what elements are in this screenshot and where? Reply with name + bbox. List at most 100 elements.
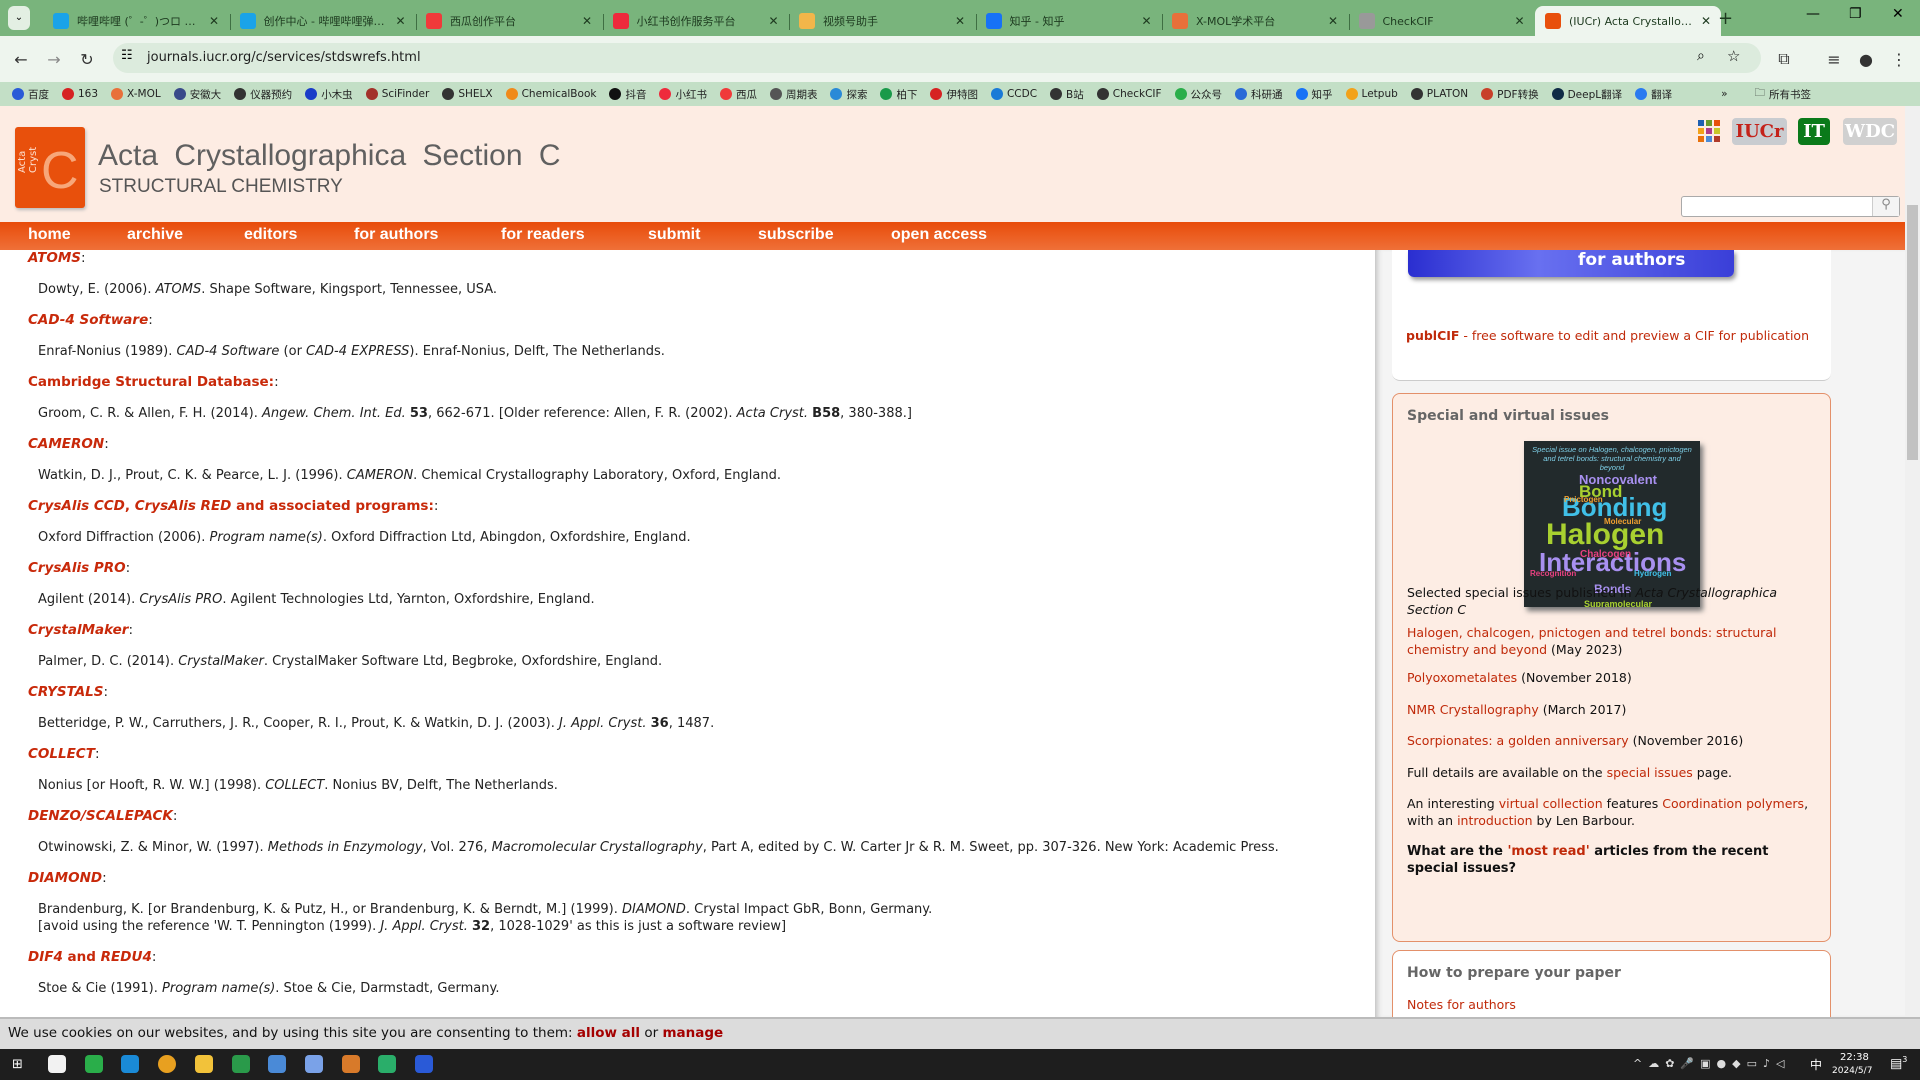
reload-icon[interactable]: ↻ bbox=[74, 46, 100, 72]
allow-all-cookies-link[interactable]: allow all bbox=[577, 1025, 640, 1041]
tab[interactable]: 创作中心 - 哔哩哔哩弹幕视频网 ✕ bbox=[229, 6, 416, 36]
bookmark-item[interactable]: X-MOL bbox=[111, 88, 161, 100]
bookmark-item[interactable]: ChemicalBook bbox=[505, 88, 596, 100]
notes-for-authors-link[interactable]: Notes for authors bbox=[1407, 996, 1817, 1013]
bookmark-item[interactable]: 安徽大 bbox=[173, 87, 221, 102]
tab[interactable]: 视频号助手 ✕ bbox=[789, 6, 975, 36]
bookmark-item[interactable]: 翻译 bbox=[1635, 87, 1672, 102]
bookmark-item[interactable]: B站 bbox=[1050, 87, 1084, 102]
software-name-link[interactable]: DIAMOND: bbox=[28, 870, 1375, 887]
link[interactable]: Polyoxometalates bbox=[1407, 670, 1517, 685]
bookmark-item[interactable]: 公众号 bbox=[1174, 87, 1222, 102]
nav-item-editors[interactable]: editors bbox=[244, 226, 297, 244]
back-icon[interactable]: ← bbox=[8, 46, 34, 72]
extensions-icon[interactable]: ⧉ bbox=[1771, 46, 1797, 72]
software-name-link[interactable]: CrysAlis CCD, CrysAlis RED and associate… bbox=[28, 498, 1375, 515]
journal-logo[interactable]: Acta Cryst C bbox=[15, 127, 85, 208]
for-authors-banner[interactable]: for authors bbox=[1408, 250, 1734, 277]
bookmark-item[interactable]: PLATON bbox=[1410, 88, 1468, 100]
clock-time[interactable]: 22:38 bbox=[1840, 1052, 1869, 1063]
bookmark-item[interactable]: 百度 bbox=[12, 87, 49, 102]
close-window-button[interactable]: ✕ bbox=[1892, 6, 1904, 22]
tab[interactable]: (IUCr) Acta Crystallographica ✕ bbox=[1535, 6, 1721, 36]
minimize-button[interactable]: — bbox=[1806, 6, 1820, 22]
software-name-link[interactable]: DENZO/SCALEPACK: bbox=[28, 808, 1375, 825]
software-name-link[interactable]: CrystalMaker: bbox=[28, 622, 1375, 639]
profile-avatar-icon[interactable]: ● bbox=[1853, 46, 1879, 72]
bookmarks-more-button[interactable]: » bbox=[1721, 88, 1727, 100]
wdc-link[interactable]: WDC bbox=[1843, 118, 1897, 145]
tab[interactable]: 西瓜创作平台 ✕ bbox=[416, 6, 602, 36]
software-name-link[interactable]: Cambridge Structural Database:: bbox=[28, 374, 1375, 391]
zoom-icon[interactable]: ⌕ bbox=[1697, 48, 1705, 64]
tab[interactable]: 小红书创作服务平台 ✕ bbox=[602, 6, 789, 36]
bookmark-item[interactable]: DeepL翻译 bbox=[1551, 87, 1622, 102]
tab[interactable]: X-MOL学术平台 ✕ bbox=[1162, 6, 1348, 36]
nav-item-open-access[interactable]: open access bbox=[891, 226, 987, 244]
address-bar[interactable]: ☷ journals.iucr.org/c/services/stdswrefs… bbox=[113, 43, 1761, 73]
link[interactable]: Scorpionates: a golden anniversary bbox=[1407, 733, 1629, 748]
tab-close-icon[interactable]: ✕ bbox=[209, 14, 219, 28]
tab-close-icon[interactable]: ✕ bbox=[768, 14, 778, 28]
software-name-link[interactable]: CAD-4 Software: bbox=[28, 312, 1375, 329]
bookmark-item[interactable]: 知乎 bbox=[1295, 87, 1333, 102]
bookmark-item[interactable]: CCDC bbox=[990, 88, 1037, 100]
notification-icon[interactable]: ▤3 bbox=[1890, 1055, 1907, 1071]
tab-search-button[interactable]: ⌄ bbox=[8, 6, 30, 30]
system-tray-icons[interactable]: ^☁✿🎤▣●◆▭♪◁ bbox=[1633, 1057, 1790, 1070]
nav-item-archive[interactable]: archive bbox=[127, 226, 183, 244]
tab[interactable]: CheckCIF ✕ bbox=[1348, 6, 1535, 36]
publcif-link[interactable]: publCIF - free software to edit and prev… bbox=[1406, 327, 1816, 344]
search-icon[interactable]: ⚲ bbox=[1872, 197, 1899, 216]
taskbar-app-icon[interactable] bbox=[194, 1055, 213, 1073]
bookmark-item[interactable]: SciFinder bbox=[365, 88, 429, 100]
bookmark-item[interactable]: 周期表 bbox=[769, 87, 817, 102]
all-bookmarks-button[interactable]: 🗀 所有书签 bbox=[1755, 85, 1812, 103]
tab-close-icon[interactable]: ✕ bbox=[582, 14, 592, 28]
link[interactable]: 'most read' bbox=[1507, 844, 1589, 859]
bookmark-item[interactable]: PDF转换 bbox=[1481, 87, 1539, 102]
tab-close-icon[interactable]: ✕ bbox=[1141, 14, 1151, 28]
maximize-button[interactable]: ❐ bbox=[1849, 6, 1862, 22]
tab-close-icon[interactable]: ✕ bbox=[1328, 14, 1338, 28]
software-name-link[interactable]: COLLECT: bbox=[28, 746, 1375, 763]
taskbar-app-icon[interactable] bbox=[84, 1055, 103, 1073]
taskbar-app-icon[interactable] bbox=[341, 1055, 360, 1073]
software-name-link[interactable]: CrysAlis PRO: bbox=[28, 560, 1375, 577]
ime-indicator[interactable]: 中 bbox=[1810, 1056, 1822, 1073]
tab-close-icon[interactable]: ✕ bbox=[1701, 14, 1711, 28]
link[interactable]: special issues bbox=[1607, 765, 1693, 780]
bookmark-item[interactable]: 探索 bbox=[830, 87, 867, 102]
link[interactable]: Coordination polymers bbox=[1662, 796, 1804, 811]
nav-item-submit[interactable]: submit bbox=[648, 226, 700, 244]
bookmark-item[interactable]: 西瓜 bbox=[719, 87, 757, 102]
bookmark-item[interactable]: 小木虫 bbox=[305, 87, 353, 102]
search-input[interactable] bbox=[1682, 199, 1870, 216]
menu-icon[interactable]: ⋮ bbox=[1886, 46, 1912, 72]
taskbar-app-icon[interactable] bbox=[121, 1055, 140, 1073]
scrollbar-thumb[interactable] bbox=[1907, 205, 1918, 460]
iucr-link[interactable]: IUCr bbox=[1732, 118, 1787, 145]
taskbar-app-icon[interactable] bbox=[415, 1055, 433, 1073]
software-name-link[interactable]: CRYSTALS: bbox=[28, 684, 1375, 701]
taskbar-app-icon[interactable] bbox=[378, 1055, 397, 1073]
taskbar-app-icon[interactable] bbox=[48, 1055, 66, 1073]
tab-close-icon[interactable]: ✕ bbox=[1514, 14, 1524, 28]
tab[interactable]: 知乎 - 知乎 ✕ bbox=[975, 6, 1162, 36]
taskbar-app-icon[interactable] bbox=[231, 1055, 250, 1073]
bookmark-item[interactable]: 柏下 bbox=[880, 87, 917, 102]
tab-close-icon[interactable]: ✕ bbox=[395, 14, 405, 28]
software-name-link[interactable]: ATOMS: bbox=[28, 250, 1375, 267]
nav-item-subscribe[interactable]: subscribe bbox=[758, 226, 834, 244]
manage-cookies-link[interactable]: manage bbox=[662, 1025, 723, 1041]
nav-item-for-readers[interactable]: for readers bbox=[501, 226, 585, 244]
bookmark-item[interactable]: 抖音 bbox=[609, 87, 646, 102]
site-info-icon[interactable]: ☷ bbox=[121, 48, 133, 63]
link[interactable]: virtual collection bbox=[1499, 796, 1603, 811]
start-icon[interactable]: ⊞ bbox=[12, 1057, 23, 1072]
bookmark-item[interactable]: 小红书 bbox=[659, 87, 707, 102]
url-text[interactable]: journals.iucr.org/c/services/stdswrefs.h… bbox=[147, 50, 421, 65]
tab-close-icon[interactable]: ✕ bbox=[955, 14, 965, 28]
it-link[interactable]: IT bbox=[1798, 118, 1830, 145]
clock-date[interactable]: 2024/5/7 bbox=[1832, 1066, 1872, 1076]
